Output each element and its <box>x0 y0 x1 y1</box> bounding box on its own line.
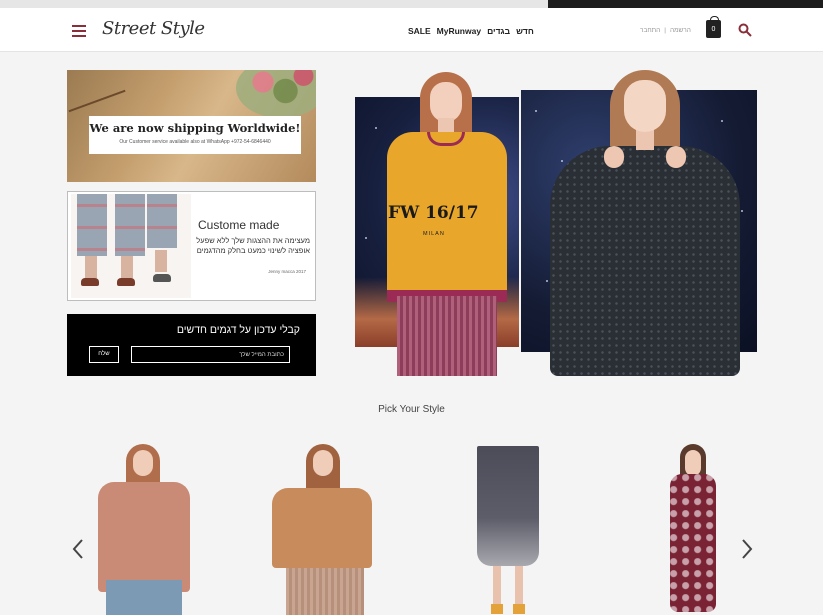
shipping-promo-title: We are now shipping Worldwide! <box>89 121 301 135</box>
newsletter-title: קבלי עדכון על דגמים חדשים <box>176 324 300 336</box>
hero-subtitle: MILAN <box>423 231 445 237</box>
product-carousel <box>0 440 823 615</box>
nav-item-new[interactable]: חדש <box>516 26 534 36</box>
sock <box>121 256 133 278</box>
flower-decoration-image <box>236 70 316 118</box>
site-header: Street Style SALE MyRunway בגדים חדש התח… <box>0 8 823 52</box>
custom-made-title: Custome made <box>198 218 280 232</box>
account-links: התחבר | הרשמה <box>640 27 691 34</box>
login-link[interactable]: התחבר <box>640 27 660 34</box>
account-separator: | <box>664 27 666 34</box>
site-logo[interactable]: Street Style <box>102 18 205 39</box>
custom-made-signature: Jenny macca 2017 <box>268 269 306 274</box>
trouser-leg <box>77 194 107 256</box>
hamburger-menu-icon[interactable] <box>72 25 86 37</box>
shoe <box>153 274 171 282</box>
cart-count: 0 <box>711 26 716 33</box>
shipping-promo-subtitle: Our Customer service available also at W… <box>119 139 271 145</box>
shoe <box>117 278 135 286</box>
shipping-promo-box: We are now shipping Worldwide! Our Custo… <box>89 116 301 154</box>
product-card[interactable] <box>268 440 378 615</box>
hero-title: FW 16/17 <box>388 203 479 223</box>
hero-banner[interactable]: FW 16/17 MILAN <box>355 70 757 376</box>
top-dark-bar <box>548 0 823 8</box>
legs-photo <box>71 194 191 298</box>
carousel-next-arrow-icon[interactable] <box>740 538 754 560</box>
sock <box>85 256 97 278</box>
custom-made-text: מעצימה את ההצגות שלך ללא שפעל אופציה לשי… <box>196 236 310 255</box>
newsletter-email-input[interactable] <box>131 346 290 363</box>
cord-decoration <box>68 89 126 113</box>
section-title: Pick Your Style <box>378 404 445 415</box>
hero-model-dress <box>540 70 750 376</box>
search-icon[interactable] <box>738 23 752 37</box>
newsletter-submit-button[interactable]: שלח <box>89 346 119 363</box>
nav-item-myrunway[interactable]: MyRunway <box>437 26 481 36</box>
hero-model-cardigan <box>375 70 515 376</box>
product-card[interactable] <box>88 440 198 615</box>
newsletter-box: קבלי עדכון על דגמים חדשים שלח <box>67 314 316 376</box>
product-card[interactable] <box>638 440 748 615</box>
carousel-prev-arrow-icon[interactable] <box>71 538 85 560</box>
shipping-promo-banner[interactable]: We are now shipping Worldwide! Our Custo… <box>67 70 316 182</box>
register-link[interactable]: הרשמה <box>670 27 691 34</box>
trouser-leg <box>115 194 145 256</box>
product-card[interactable] <box>455 440 565 615</box>
shoe <box>81 278 99 286</box>
trouser-leg <box>147 194 177 248</box>
nav-item-sale[interactable]: SALE <box>408 26 431 36</box>
custom-made-banner[interactable]: Custome made מעצימה את ההצגות שלך ללא שפ… <box>67 191 316 301</box>
shopping-bag-icon[interactable]: 0 <box>706 16 721 38</box>
sock <box>155 250 167 272</box>
main-nav: SALE MyRunway בגדים חדש <box>408 26 534 36</box>
nav-item-clothes[interactable]: בגדים <box>487 26 510 36</box>
